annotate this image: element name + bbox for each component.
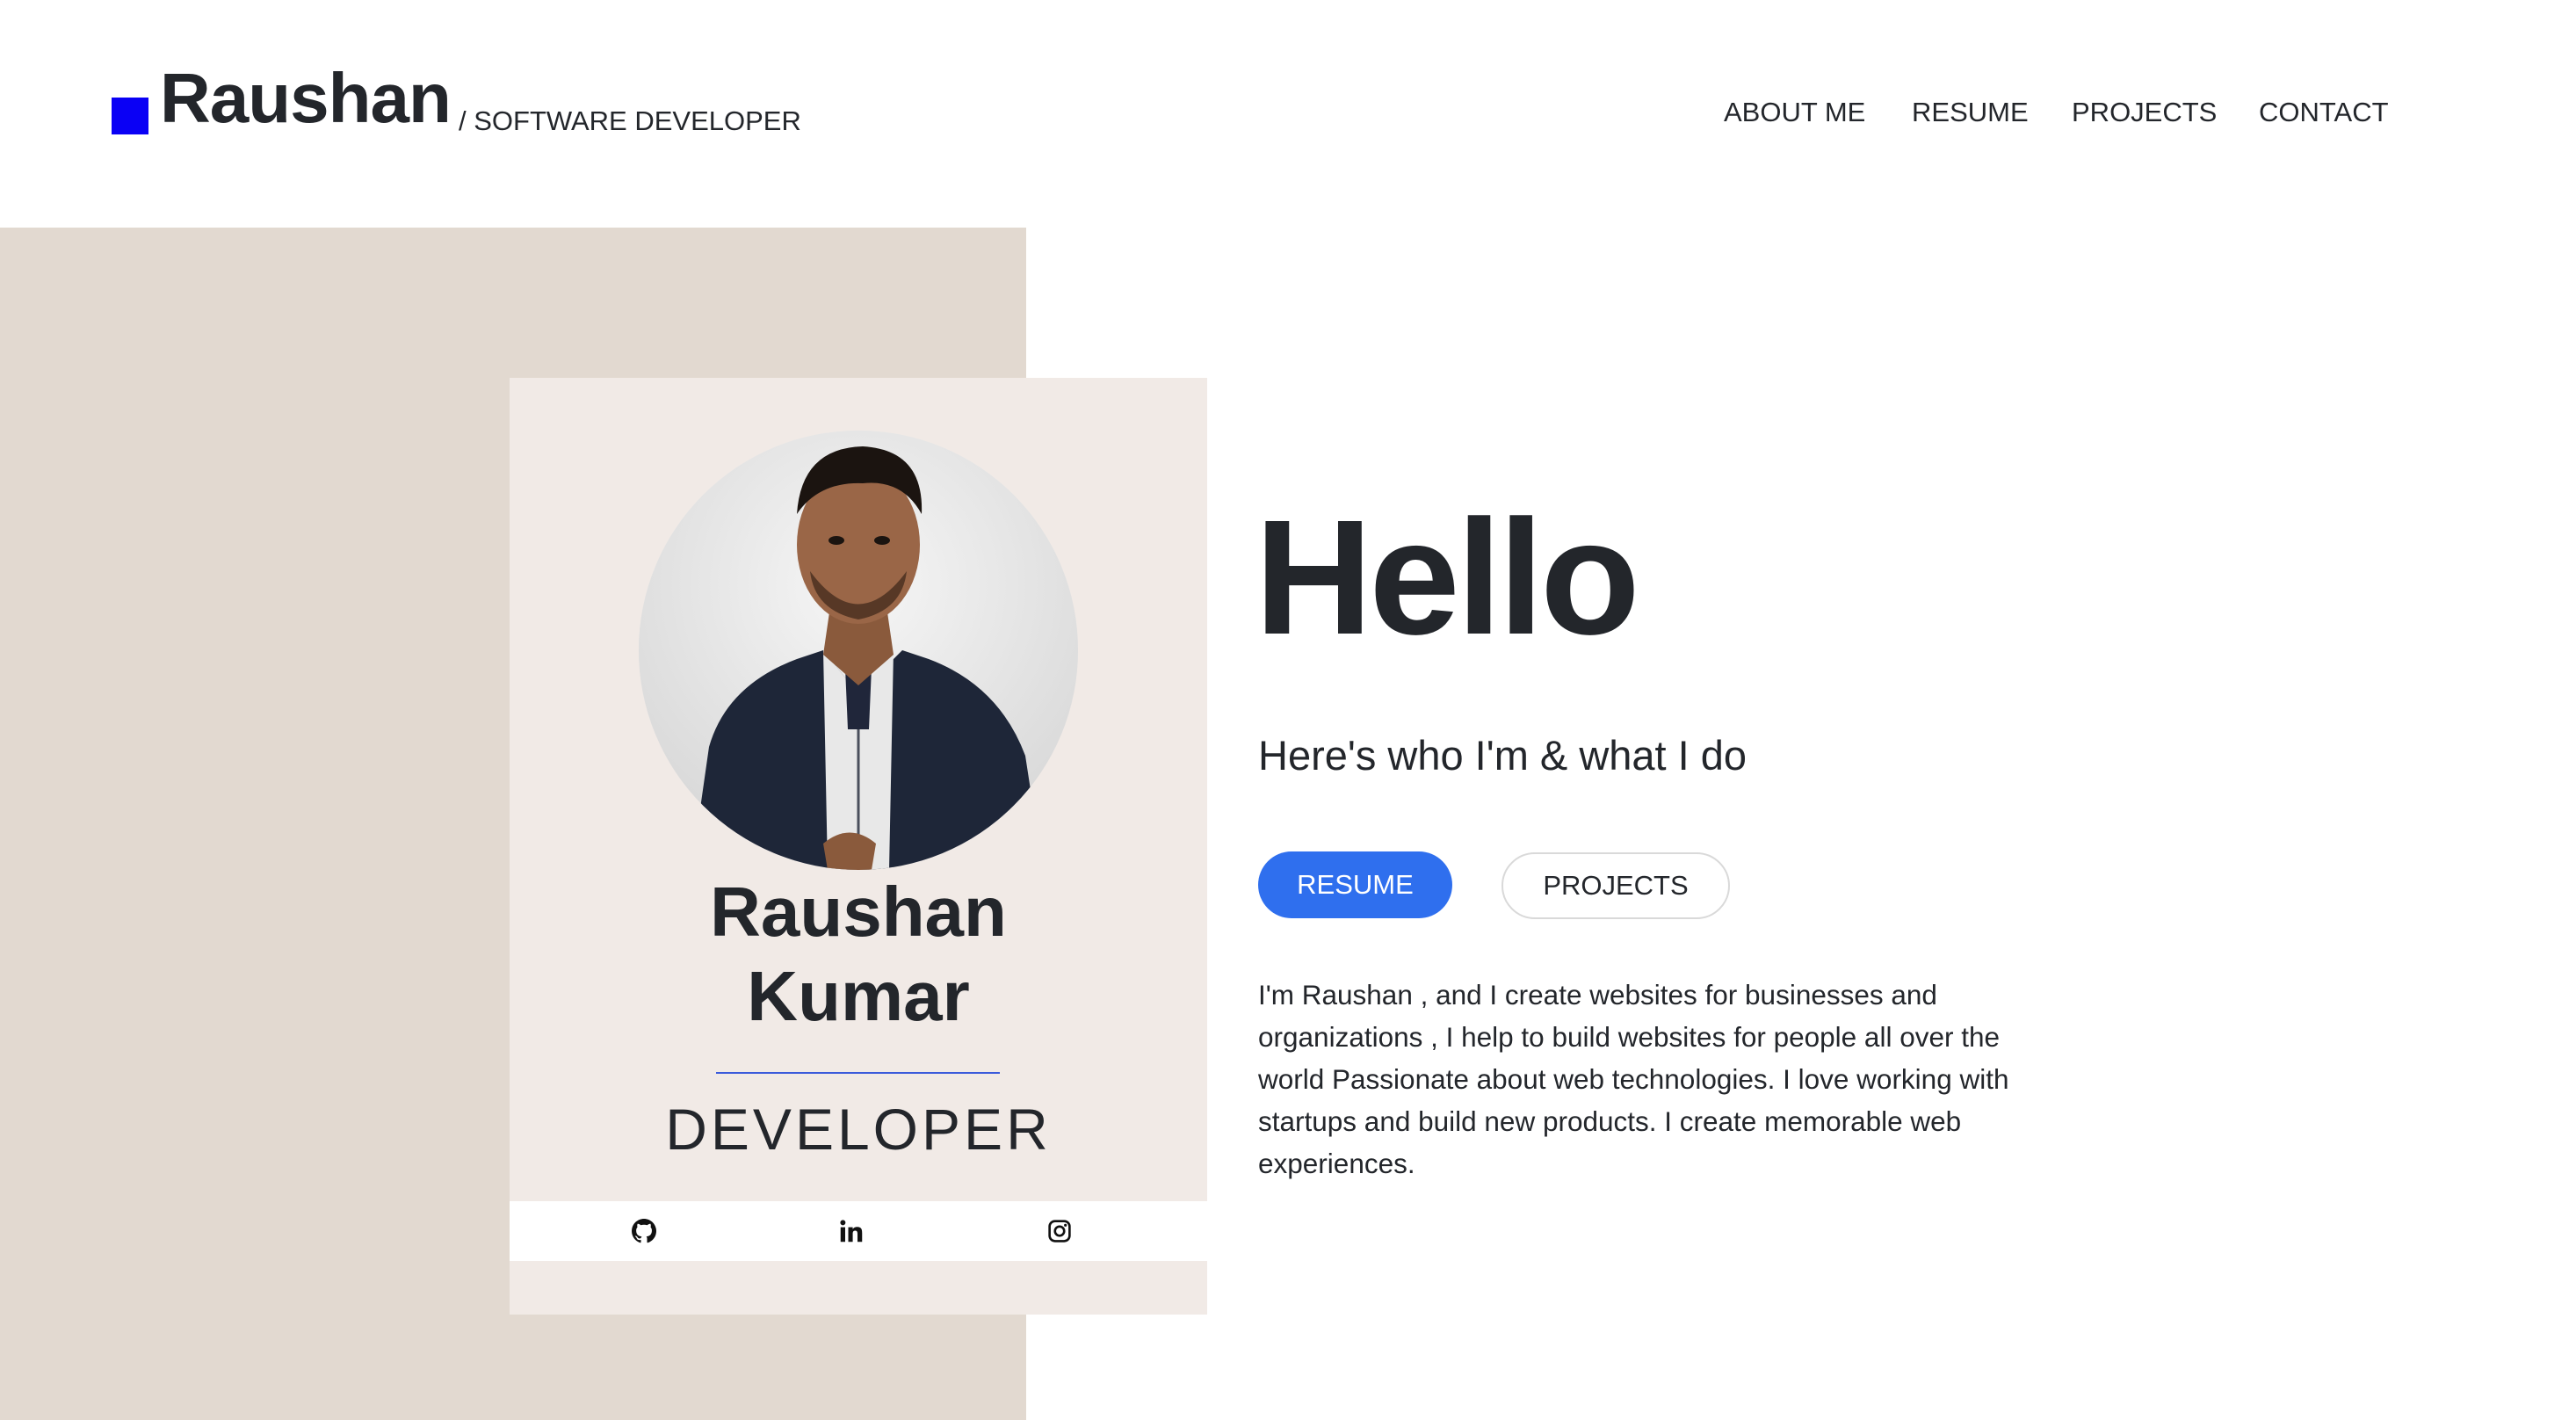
github-icon[interactable] [632, 1219, 656, 1243]
profile-card: Raushan Kumar DEVELOPER [510, 378, 1207, 1315]
instagram-icon[interactable] [1047, 1219, 1072, 1243]
resume-button[interactable]: RESUME [1258, 851, 1452, 918]
hero-tagline: Here's who I'm & what I do [1258, 732, 1747, 779]
brand-subtitle: / SOFTWARE DEVELOPER [459, 105, 801, 136]
nav-resume[interactable]: RESUME [1912, 98, 2029, 126]
nav-contact[interactable]: CONTACT [2259, 98, 2389, 126]
profile-role: DEVELOPER [665, 1097, 1052, 1162]
social-links-bar [510, 1201, 1207, 1261]
projects-button[interactable]: PROJECTS [1501, 852, 1730, 919]
brand-logo-square [112, 98, 148, 134]
linkedin-icon[interactable] [839, 1219, 864, 1243]
nav-projects[interactable]: PROJECTS [2072, 98, 2217, 126]
bio-paragraph: I'm Raushan , and I create websites for … [1258, 979, 2009, 1179]
hero-greeting: Hello [1255, 487, 1640, 669]
brand-name[interactable]: Raushan [160, 63, 452, 134]
profile-last-name: Kumar [747, 957, 970, 1035]
profile-photo [639, 431, 1078, 870]
name-divider [716, 1072, 1000, 1074]
nav-about-me[interactable]: ABOUT ME [1724, 98, 1865, 126]
profile-first-name: Raushan [710, 873, 1007, 951]
